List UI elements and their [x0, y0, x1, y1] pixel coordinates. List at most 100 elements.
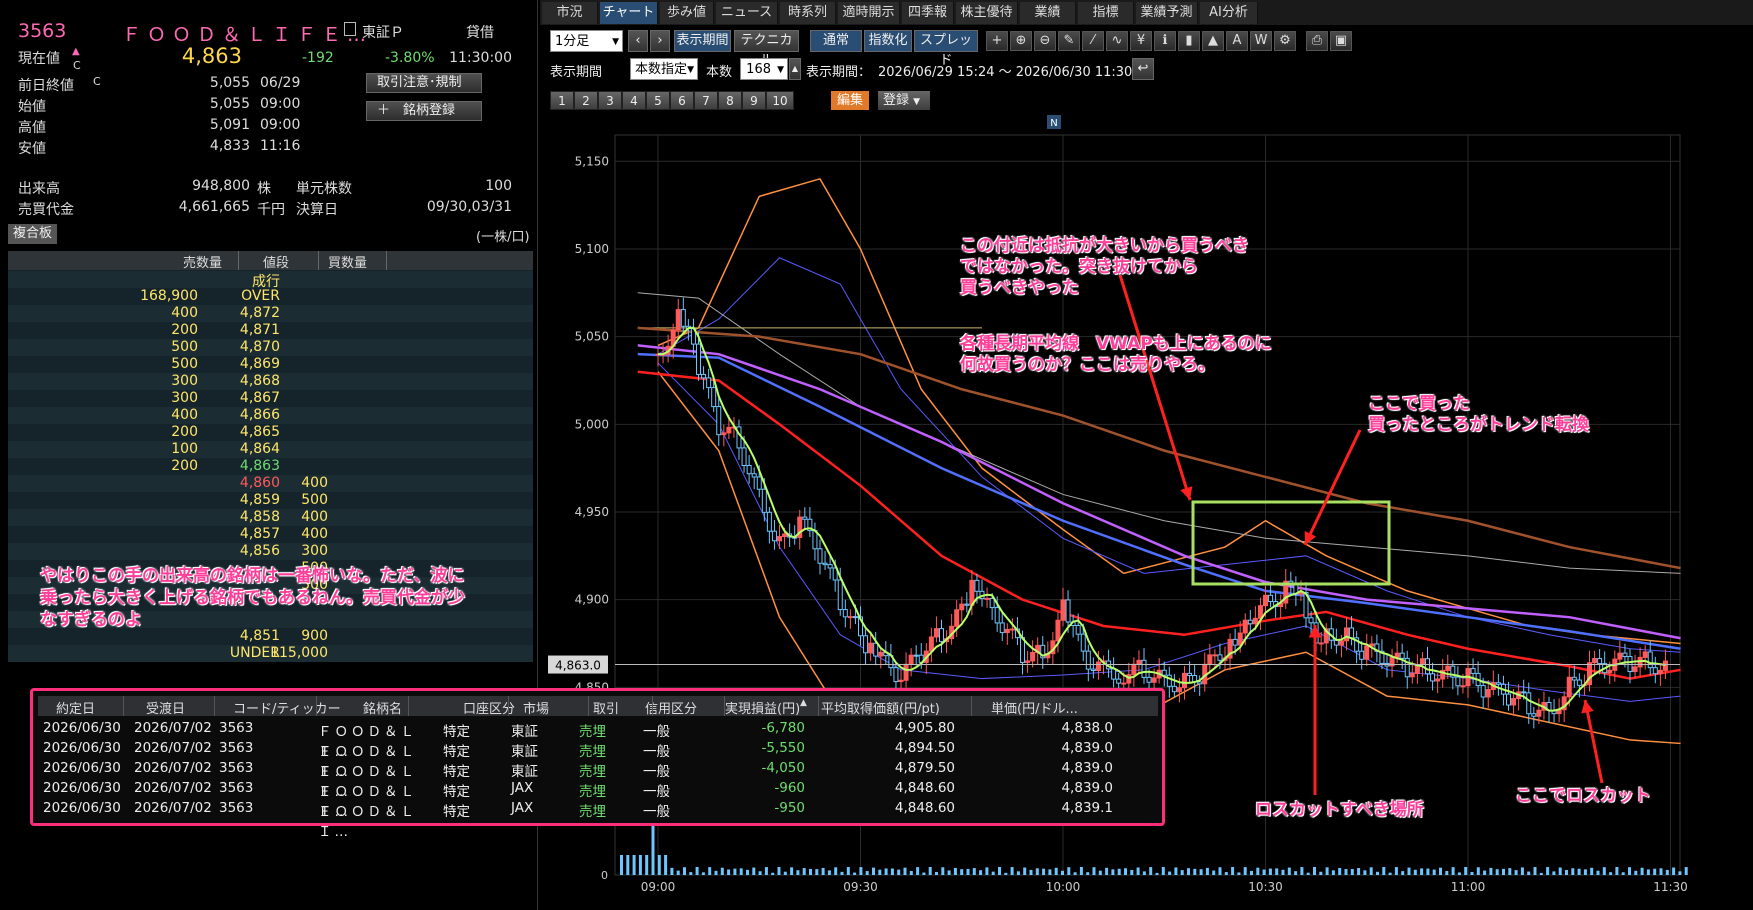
- crosshair-icon[interactable]: +: [986, 31, 1008, 51]
- order-book-row[interactable]: 500 4,869: [8, 356, 533, 373]
- trendline-icon[interactable]: ⁄: [1082, 31, 1104, 51]
- spread-button[interactable]: スプレッド: [914, 30, 978, 68]
- candle-icon[interactable]: ▮: [1178, 31, 1200, 51]
- window-icon[interactable]: ▣: [1330, 31, 1352, 51]
- document-icon[interactable]: [344, 22, 356, 36]
- candle-body: [1090, 668, 1096, 671]
- tab-10[interactable]: 業績予測: [1136, 2, 1198, 24]
- tab-4[interactable]: 時系列: [780, 2, 836, 24]
- register-button[interactable]: 登録 ▼: [878, 91, 930, 110]
- preset-button-5[interactable]: 5: [646, 91, 670, 110]
- column-header[interactable]: コード/ティッカー: [233, 698, 341, 717]
- order-book-row[interactable]: 500 4,870: [8, 339, 533, 356]
- area-icon[interactable]: ▲: [1202, 31, 1224, 51]
- candle-body: [1060, 599, 1066, 621]
- volume-bar: [1136, 867, 1140, 875]
- index-button[interactable]: 指数化: [864, 30, 912, 52]
- yen-icon[interactable]: ¥: [1130, 31, 1152, 51]
- order-book-row[interactable]: 400 4,872: [8, 305, 533, 322]
- stock-name[interactable]: ＦＯＯＤ＆ＬＩＦＥ…: [122, 20, 372, 47]
- tab-5[interactable]: 適時開示: [838, 2, 900, 24]
- preset-button-7[interactable]: 7: [694, 91, 718, 110]
- edit-button[interactable]: 編集: [831, 91, 869, 110]
- register-stock-button[interactable]: ＋ 銘柄登録: [366, 101, 482, 121]
- technical-button[interactable]: テクニカル: [734, 30, 799, 68]
- tab-1[interactable]: チャート: [600, 2, 658, 24]
- reload-icon[interactable]: ↩: [1132, 58, 1154, 80]
- preset-button-2[interactable]: 2: [574, 91, 598, 110]
- tab-11[interactable]: AI分析: [1200, 2, 1258, 24]
- order-book-row[interactable]: 300 4,867: [8, 390, 533, 407]
- preset-button-9[interactable]: 9: [742, 91, 766, 110]
- display-period-button[interactable]: 表示期間: [674, 30, 731, 52]
- order-book-row[interactable]: 4,858 400: [8, 509, 533, 526]
- table-row[interactable]: 2026/06/30 2026/07/02 3563 ＦＯＯＤ＆ＬＩ… 特定 東証 売埋 一般…: [38, 718, 1158, 760]
- buy-qty: 400: [301, 509, 328, 525]
- table-row[interactable]: 2026/06/30 2026/07/02 3563 ＦＯＯＤ＆ＬＩ… 特定 JAX 売埋一…: [38, 778, 1158, 820]
- sort-ascending-icon[interactable]: ▲: [800, 698, 807, 708]
- tab-2[interactable]: 歩み値: [660, 2, 714, 24]
- preset-button-3[interactable]: 3: [598, 91, 622, 110]
- annotation-resistance-line3: 買うべきやった: [960, 278, 1079, 298]
- volume-bar: [1306, 872, 1310, 875]
- order-book-row[interactable]: 200 4,863: [8, 458, 533, 475]
- preset-button-1[interactable]: 1: [550, 91, 574, 110]
- order-book-row[interactable]: 300 4,868: [8, 373, 533, 390]
- order-book-row[interactable]: 4,860 400: [8, 475, 533, 492]
- info-icon[interactable]: ℹ: [1154, 31, 1176, 51]
- table-cell: 一般: [643, 784, 670, 800]
- column-header[interactable]: 約定日: [56, 698, 95, 717]
- auto-icon[interactable]: A: [1226, 31, 1248, 51]
- order-book-row[interactable]: 400 4,866: [8, 407, 533, 424]
- count-stepper[interactable]: ▲: [789, 58, 801, 80]
- normal-button[interactable]: 通常: [810, 30, 862, 52]
- pen-icon[interactable]: ✎: [1058, 31, 1080, 51]
- order-book-row[interactable]: 4,856 300: [8, 543, 533, 560]
- order-book-row[interactable]: 168,900 OVER: [8, 288, 533, 305]
- next-button[interactable]: ›: [650, 30, 670, 52]
- order-book-row[interactable]: 200 4,871: [8, 322, 533, 339]
- order-book-row[interactable]: 成行: [8, 271, 533, 290]
- count-input[interactable]: 168: [740, 58, 788, 81]
- table-row[interactable]: 2026/06/30 2026/07/02 3563 ＦＯＯＤ＆ＬＩ… 特定 JAX 売埋一…: [38, 798, 1158, 840]
- table-row[interactable]: 2026/06/30 2026/07/02 3563 ＦＯＯＤ＆ＬＩ… 特定 東証 売埋 一般…: [38, 738, 1158, 780]
- board-tab[interactable]: 複合板: [8, 224, 57, 244]
- order-book-row[interactable]: UNDER 115,000: [8, 645, 533, 662]
- tab-7[interactable]: 株主優待: [956, 2, 1018, 24]
- column-header[interactable]: 平均取得価額(円/pt): [821, 698, 940, 717]
- tab-6[interactable]: 四季報: [902, 2, 954, 24]
- column-header[interactable]: 実現損益(円): [725, 698, 800, 717]
- column-header[interactable]: 取引: [593, 698, 619, 717]
- order-book-row[interactable]: 100 4,864: [8, 441, 533, 458]
- order-book-row[interactable]: 4,859 500: [8, 492, 533, 509]
- tab-9[interactable]: 指標: [1078, 2, 1134, 24]
- column-header[interactable]: 銘柄名: [363, 698, 402, 717]
- order-book-row[interactable]: 200 4,865: [8, 424, 533, 441]
- tab-3[interactable]: ニュース: [716, 2, 778, 24]
- count-mode-select[interactable]: 本数指定: [630, 58, 698, 81]
- wave-icon[interactable]: ∿: [1106, 31, 1128, 51]
- column-header[interactable]: 市場: [523, 698, 549, 717]
- candle-body: [1141, 659, 1147, 678]
- tab-8[interactable]: 業績: [1020, 2, 1076, 24]
- settings-icon[interactable]: ⚙: [1274, 31, 1296, 51]
- preset-button-10[interactable]: 10: [766, 91, 794, 110]
- table-row[interactable]: 2026/06/30 2026/07/02 3563 ＦＯＯＤ＆ＬＩ… 特定 東証 売埋 一般…: [38, 758, 1158, 800]
- volume-bar: [1224, 872, 1228, 875]
- volume-bar: [928, 867, 932, 875]
- print-icon[interactable]: ⎙: [1306, 31, 1328, 51]
- table-cell: 3563: [219, 800, 254, 816]
- prev-button[interactable]: ‹: [628, 30, 648, 52]
- preset-button-8[interactable]: 8: [718, 91, 742, 110]
- preset-button-6[interactable]: 6: [670, 91, 694, 110]
- column-header[interactable]: 単価(円/ドル...: [991, 698, 1078, 717]
- zoom-out-icon[interactable]: ⊖: [1034, 31, 1056, 51]
- column-header[interactable]: 受渡日: [146, 698, 185, 717]
- order-book-row[interactable]: 4,857 400: [8, 526, 533, 543]
- zoom-in-icon[interactable]: ⊕: [1010, 31, 1032, 51]
- wa-icon[interactable]: W: [1250, 31, 1272, 51]
- interval-select[interactable]: 1分足: [550, 30, 623, 53]
- preset-button-4[interactable]: 4: [622, 91, 646, 110]
- tab-0[interactable]: 市況: [542, 2, 598, 24]
- trade-caution-button[interactable]: 取引注意･規制: [366, 73, 482, 93]
